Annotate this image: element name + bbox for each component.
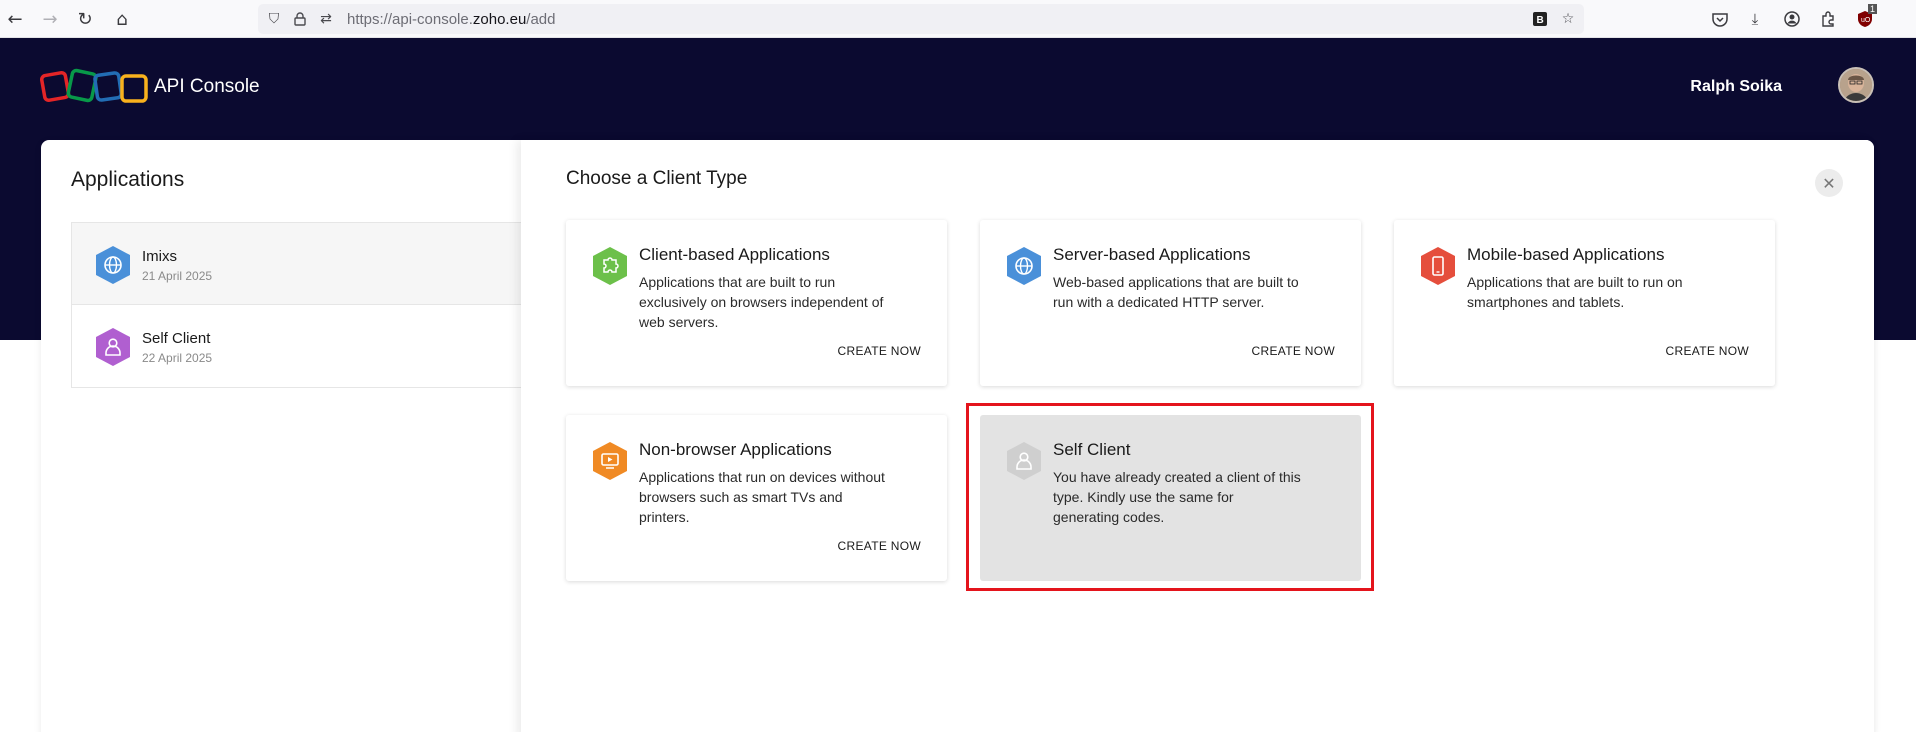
pocket-icon[interactable] xyxy=(1708,7,1732,31)
app-date: 21 April 2025 xyxy=(142,269,213,283)
person-icon xyxy=(96,328,130,366)
card-title: Non-browser Applications xyxy=(639,440,832,459)
mobile-based-card[interactable]: Mobile-based Applications Applications t… xyxy=(1394,220,1775,386)
ublock-badge: 1 xyxy=(1868,4,1878,14)
reload-icon[interactable]: ↻ xyxy=(73,7,97,31)
server-based-card[interactable]: Server-based Applications Web-based appl… xyxy=(980,220,1361,386)
card-description: Applications that run on devices without… xyxy=(639,469,885,525)
browser-toolbar: ← → ↻ ⌂ ⛉ ⇄ https://api-console.zoho.eu/… xyxy=(0,0,1916,38)
download-icon[interactable]: ⤓ xyxy=(1743,7,1767,31)
create-now-button[interactable]: CREATE NOW xyxy=(1666,344,1749,358)
highlight-box xyxy=(966,403,1374,591)
drawer-title: Choose a Client Type xyxy=(566,168,748,189)
client-based-card[interactable]: Client-based Applications Applications t… xyxy=(566,220,947,386)
card-description: Applications that are built to run on sm… xyxy=(1467,274,1683,310)
reader-extension-icon[interactable]: B xyxy=(1530,9,1550,29)
app-name: Imixs xyxy=(142,248,177,265)
create-now-button[interactable]: CREATE NOW xyxy=(838,344,921,358)
close-button[interactable]: ✕ xyxy=(1815,169,1843,197)
applications-title: Applications xyxy=(71,168,185,191)
puzzle-icon xyxy=(593,247,627,285)
list-item[interactable]: Self Client 22 April 2025 xyxy=(72,305,540,387)
home-icon[interactable]: ⌂ xyxy=(110,7,134,31)
card-title: Client-based Applications xyxy=(639,245,830,264)
applications-list: Imixs 21 April 2025 Self Client 22 April… xyxy=(71,222,541,388)
user-name[interactable]: Ralph Soika xyxy=(1690,78,1782,96)
app-name: Self Client xyxy=(142,330,211,347)
forward-icon[interactable]: → xyxy=(38,7,62,31)
avatar[interactable] xyxy=(1838,67,1874,103)
card-description: Web-based applications that are built to… xyxy=(1053,274,1299,310)
non-browser-card[interactable]: Non-browser Applications Applications th… xyxy=(566,415,947,581)
account-icon[interactable] xyxy=(1780,7,1804,31)
zoho-logo[interactable] xyxy=(40,68,150,108)
lock-icon[interactable] xyxy=(290,9,310,29)
tv-icon xyxy=(593,442,627,480)
extensions-icon[interactable] xyxy=(1816,7,1840,31)
create-now-button[interactable]: CREATE NOW xyxy=(1252,344,1335,358)
app-date: 22 April 2025 xyxy=(142,351,213,365)
url-text[interactable]: https://api-console.zoho.eu/add xyxy=(347,11,556,28)
bookmark-star-icon[interactable]: ☆ xyxy=(1558,9,1578,29)
close-icon: ✕ xyxy=(1822,173,1836,193)
url-bar[interactable]: ⛉ ⇄ https://api-console.zoho.eu/add B ☆ xyxy=(258,4,1584,34)
create-now-button[interactable]: CREATE NOW xyxy=(838,539,921,553)
card-title: Server-based Applications xyxy=(1053,245,1251,264)
brand-title: API Console xyxy=(154,76,260,97)
svg-text:uO: uO xyxy=(1861,17,1871,24)
back-icon[interactable]: ← xyxy=(3,7,27,31)
globe-icon xyxy=(96,246,130,284)
phone-icon xyxy=(1421,247,1455,285)
card-title: Mobile-based Applications xyxy=(1467,245,1665,264)
svg-text:B: B xyxy=(1537,15,1544,26)
list-item[interactable]: Imixs 21 April 2025 xyxy=(72,223,540,305)
ublock-icon[interactable]: uO 1 xyxy=(1853,4,1878,31)
shield-icon[interactable]: ⛉ xyxy=(264,9,284,29)
permissions-icon[interactable]: ⇄ xyxy=(316,9,336,29)
card-description: Applications that are built to run exclu… xyxy=(639,274,884,330)
globe-icon xyxy=(1007,247,1041,285)
